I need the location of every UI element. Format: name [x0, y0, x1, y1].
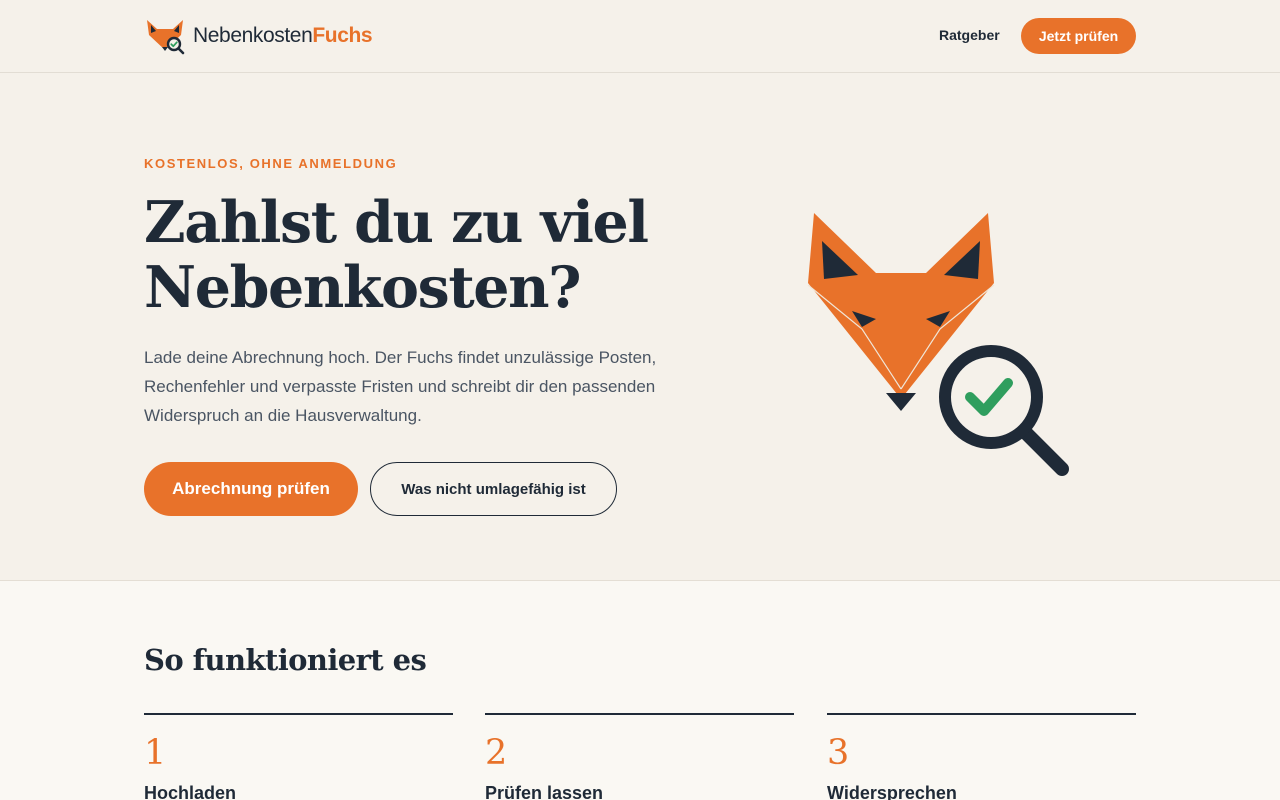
hero-eyebrow: KOSTENLOS, OHNE ANMELDUNG	[144, 156, 398, 171]
check-statement-button[interactable]: Abrechnung prüfen	[144, 462, 358, 516]
non-allocable-costs-button[interactable]: Was nicht umlagefähig ist	[370, 462, 617, 516]
hero-title: Zahlst du zu viel Nebenkosten?	[144, 189, 649, 321]
how-it-works-section: So funktioniert es 1 Hochladen 2 Prüfen …	[0, 581, 1280, 800]
step-number: 1	[144, 733, 167, 773]
step-title: Prüfen lassen	[485, 783, 604, 800]
step-card: 1 Hochladen	[144, 713, 453, 800]
step-title: Widersprechen	[827, 783, 957, 800]
logo-text-main: Nebenkosten	[193, 24, 313, 47]
logo-text: NebenkostenFuchs	[193, 24, 373, 48]
site-header: NebenkostenFuchs Ratgeber Jetzt prüfen	[0, 0, 1280, 73]
step-card: 2 Prüfen lassen	[485, 713, 794, 800]
hero-lead: Lade deine Abrechnung hoch. Der Fuchs fi…	[144, 348, 657, 425]
header-cta-button[interactable]: Jetzt prüfen	[1021, 18, 1136, 54]
logo-link[interactable]: NebenkostenFuchs	[145, 16, 373, 56]
step-title: Hochladen	[144, 783, 237, 800]
nav-link-ratgeber[interactable]: Ratgeber	[939, 27, 1000, 43]
fox-with-magnifier-check-icon	[807, 213, 1069, 476]
step-number: 3	[827, 733, 850, 773]
hero-section: KOSTENLOS, OHNE ANMELDUNG Zahlst du zu v…	[0, 73, 1280, 581]
step-card: 3 Widersprechen	[827, 713, 1136, 800]
step-number: 2	[485, 733, 508, 773]
fox-magnifier-icon	[147, 20, 185, 55]
how-it-works-title: So funktioniert es	[144, 643, 427, 677]
logo-text-accent: Fuchs	[312, 24, 373, 47]
